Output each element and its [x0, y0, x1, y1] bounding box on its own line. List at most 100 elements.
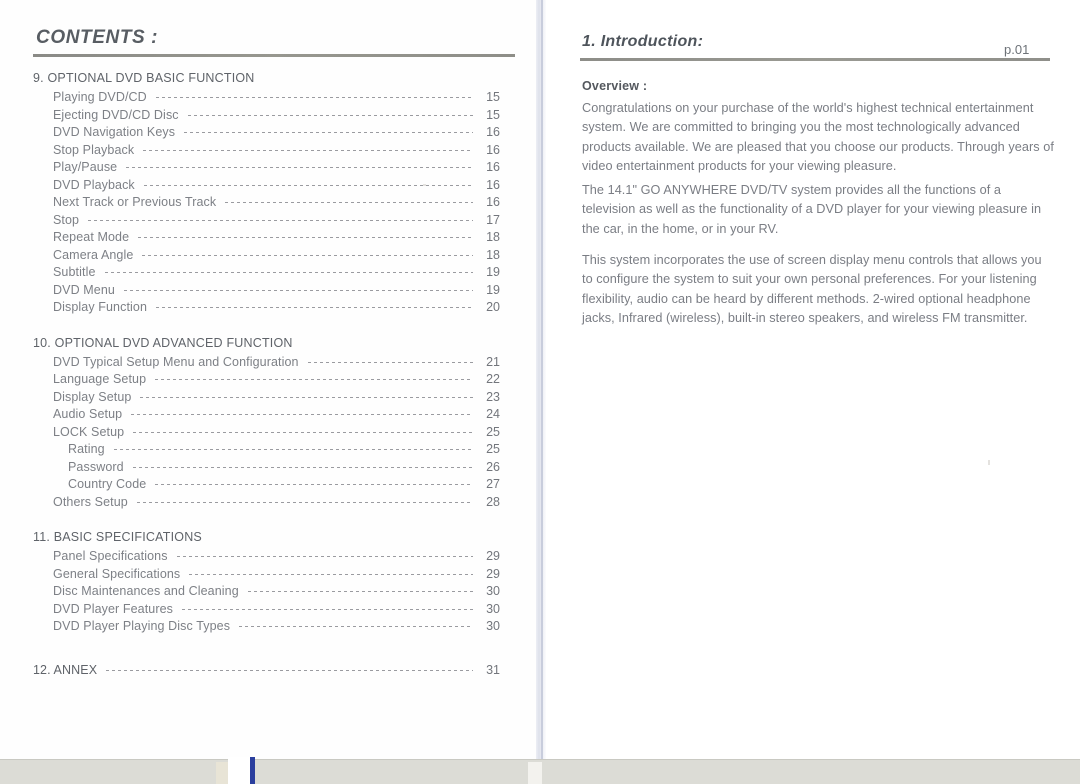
toc-dot-leader: [143, 149, 473, 151]
toc-entry[interactable]: Rating 25: [68, 442, 530, 460]
toc-entry-page: 26: [486, 459, 500, 474]
toc-entry-page: 29: [486, 566, 500, 581]
toc-entry-label: Camera Angle: [53, 247, 134, 262]
toc-entry-page: 18: [486, 230, 500, 244]
toc-dot-leader: [156, 307, 473, 308]
toc-entry[interactable]: Playing DVD/CD 15: [53, 90, 530, 108]
toc-entry[interactable]: DVD Player Features 30: [53, 602, 530, 620]
intro-paragraph-1: Congratulations on your purchase of the …: [582, 99, 1054, 177]
paragraph-text: The 14.1" GO ANYWHERE DVD/TV system prov…: [582, 183, 1042, 236]
toc-dot-leader: [189, 573, 473, 575]
toc-dot-leader: [131, 414, 473, 415]
toc-dot-leader: [155, 484, 473, 485]
toc-entry[interactable]: DVD Playback 16: [53, 178, 530, 196]
intro-paragraph-2: The 14.1" GO ANYWHERE DVD/TV system prov…: [582, 181, 1054, 239]
toc-entry-page: 18: [486, 247, 500, 262]
toc-spacer: [0, 654, 530, 663]
toc-entry[interactable]: Display Function 20: [53, 300, 530, 318]
toc-entry-label: DVD Typical Setup Menu and Configuration: [53, 354, 299, 369]
toc-dot-leader: [182, 608, 473, 610]
toc-entry-page: 16: [486, 142, 500, 157]
toc-dot-leader: [126, 167, 473, 168]
bottom-page-corner: [228, 757, 250, 784]
toc-entry[interactable]: Subtitle 19: [53, 265, 530, 283]
toc-entry[interactable]: Stop 17: [53, 213, 530, 231]
toc-entry-label: Ejecting DVD/CD Disc: [53, 107, 179, 122]
toc-section-heading: 11. BASIC SPECIFICATIONS: [33, 530, 202, 544]
toc-entry[interactable]: DVD Menu 19: [53, 283, 530, 301]
toc-dot-leader: [143, 184, 473, 186]
introduction-header-rule: [580, 58, 1050, 61]
toc-entry[interactable]: DVD Navigation Keys 16: [53, 125, 530, 143]
toc-entry[interactable]: DVD Typical Setup Menu and Configuration…: [53, 355, 530, 373]
toc-section-heading: 10. OPTIONAL DVD ADVANCED FUNCTION: [33, 335, 293, 350]
toc-entry-label: Country Code: [68, 477, 147, 491]
toc-entry-label: DVD Navigation Keys: [53, 125, 176, 139]
toc-entry-page: 16: [486, 160, 500, 174]
toc-entry-label: Password: [68, 459, 124, 474]
toc-entry-label: DVD Player Features: [53, 601, 173, 616]
toc-entry[interactable]: General Specifications 29: [53, 567, 530, 585]
toc-dot-leader: [155, 97, 473, 98]
toc-entry-page: 22: [486, 372, 500, 386]
toc-entry-page: 16: [486, 177, 500, 192]
toc-dot-leader: [88, 219, 473, 221]
toc-entry[interactable]: Repeat Mode 18: [53, 230, 530, 248]
toc-entry-label: LOCK Setup: [53, 424, 125, 439]
toc-entry-label: Play/Pause: [53, 160, 118, 174]
toc-entry-page: 24: [486, 407, 500, 421]
toc-entry[interactable]: LOCK Setup 25: [53, 425, 530, 443]
toc-entry-label: Repeat Mode: [53, 230, 130, 244]
toc-entry[interactable]: Language Setup 22: [53, 372, 530, 390]
toc-entry[interactable]: Stop Playback 16: [53, 143, 530, 161]
toc-dot-leader: [104, 272, 473, 273]
toc-entry-label: Audio Setup: [53, 407, 123, 421]
toc-entry-label: Panel Specifications: [53, 549, 168, 563]
toc-entry[interactable]: Disc Maintenances and Cleaning 30: [53, 584, 530, 602]
toc-entry-label: General Specifications: [53, 566, 181, 581]
toc-entry-label: Disc Maintenances and Cleaning: [53, 584, 239, 598]
toc-entry-label: Stop Playback: [53, 142, 135, 157]
toc-dot-leader: [142, 254, 473, 256]
toc-entry-page: 28: [486, 494, 500, 509]
toc-section-gap: [0, 318, 530, 335]
toc-entry-label: Playing DVD/CD: [53, 90, 147, 104]
scan-speck: [988, 460, 990, 465]
toc-entry[interactable]: 12. ANNEX 31: [33, 663, 530, 681]
toc-entry[interactable]: Others Setup 28: [53, 495, 530, 513]
toc-entry-page: 21: [486, 354, 500, 369]
toc-entry-page: 27: [486, 477, 500, 491]
toc-entry[interactable]: Country Code 27: [68, 477, 530, 495]
toc-entry-page: 30: [486, 601, 500, 616]
bottom-spine-shadow: [528, 762, 542, 784]
contents-header-rule: [33, 54, 515, 57]
toc-entry-page: 20: [486, 300, 500, 314]
book-spine-line: [541, 0, 543, 766]
toc-entry[interactable]: DVD Player Playing Disc Types 30: [53, 619, 530, 637]
toc-entry[interactable]: Ejecting DVD/CD Disc 15: [53, 108, 530, 126]
toc-entry[interactable]: Password 26: [68, 460, 530, 478]
intro-paragraph-3: This system incorporates the use of scre…: [582, 251, 1054, 329]
toc-entry[interactable]: Play/Pause 16: [53, 160, 530, 178]
toc-entry-page: 31: [486, 662, 500, 677]
toc-entry-label: Subtitle: [53, 265, 96, 279]
toc-entry[interactable]: Camera Angle 18: [53, 248, 530, 266]
toc-dot-leader: [136, 501, 473, 503]
page-number-label: p.01: [1004, 42, 1030, 57]
toc-entry-page: 23: [486, 389, 500, 404]
toc-entry-label: Rating: [68, 442, 105, 456]
toc-entry-page: 17: [486, 212, 500, 227]
page-title-contents: CONTENTS :: [36, 27, 159, 48]
toc-entry[interactable]: Panel Specifications 29: [53, 549, 530, 567]
blue-bookmark-stripe: [250, 757, 255, 784]
toc-entry[interactable]: Next Track or Previous Track 16: [53, 195, 530, 213]
toc-dot-leader: [239, 626, 473, 627]
toc-entry[interactable]: Display Setup 23: [53, 390, 530, 408]
toc-entry-page: 29: [486, 549, 500, 563]
toc-entry-page: 19: [486, 282, 500, 297]
toc-dot-leader: [184, 132, 473, 133]
toc-entry[interactable]: Audio Setup 24: [53, 407, 530, 425]
toc-entry-page: 30: [486, 619, 500, 633]
toc-dot-leader: [113, 449, 473, 450]
toc-entry-label: Language Setup: [53, 372, 147, 386]
